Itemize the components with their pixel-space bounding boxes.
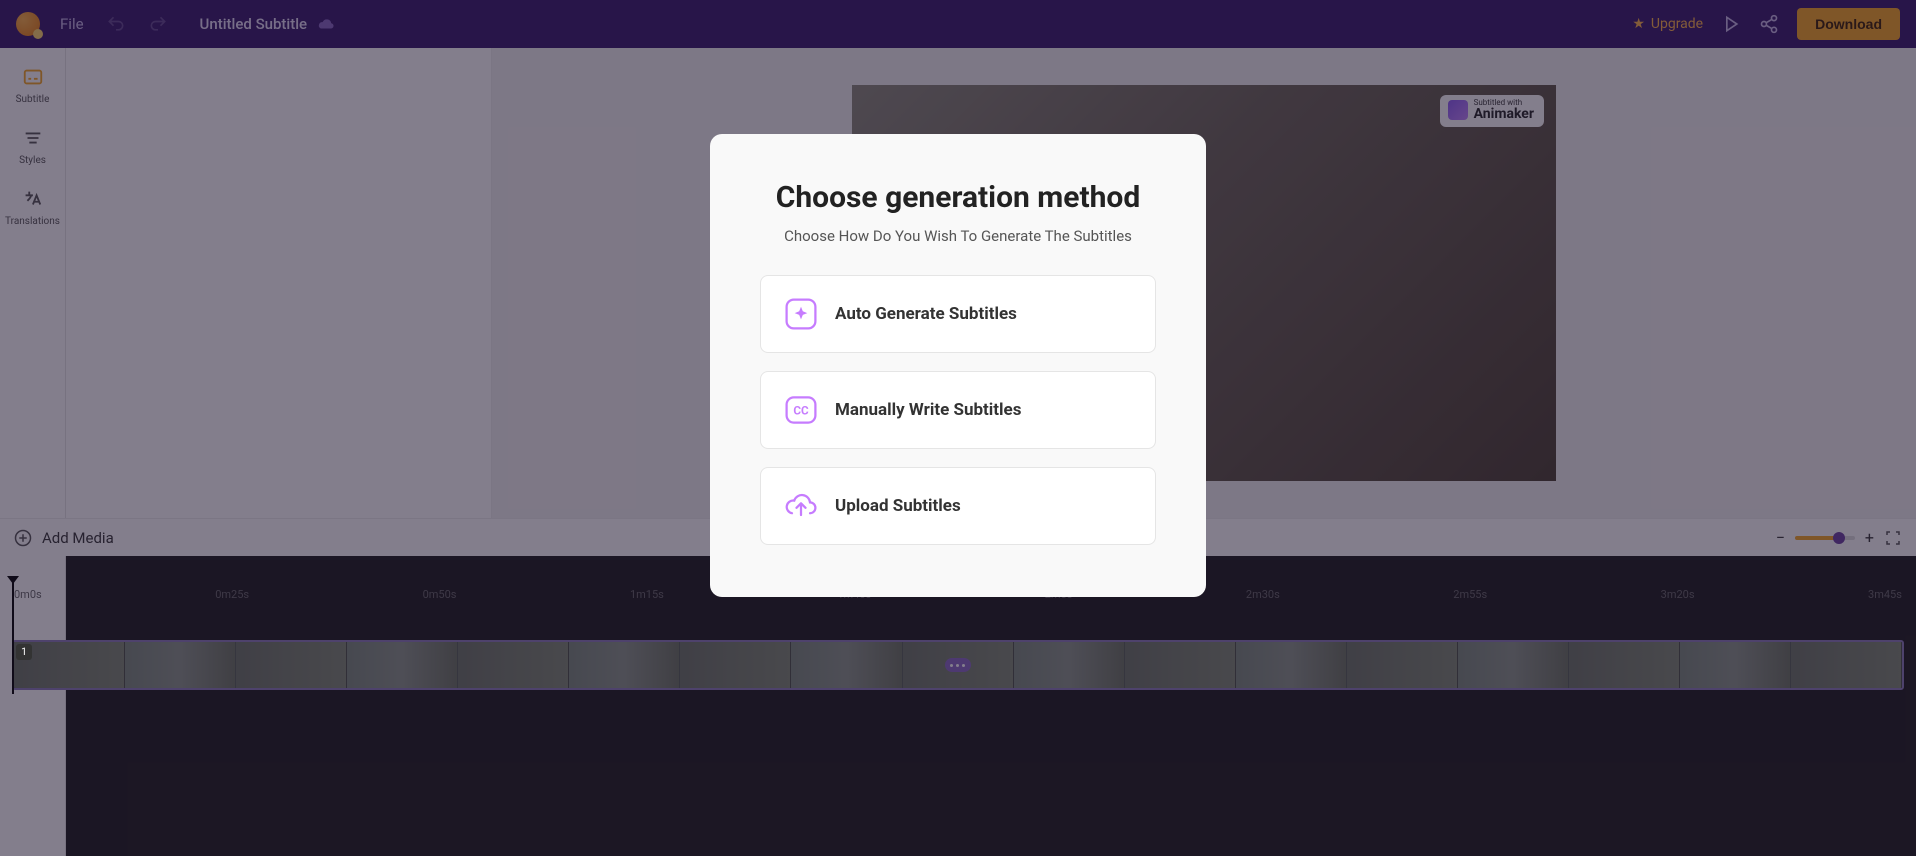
sparkle-icon: [783, 296, 819, 332]
modal-title: Choose generation method: [760, 180, 1156, 215]
option-manual-write[interactable]: CC Manually Write Subtitles: [760, 371, 1156, 449]
generation-modal: Choose generation method Choose How Do Y…: [710, 134, 1206, 597]
option-label: Upload Subtitles: [835, 496, 961, 516]
cc-icon: CC: [783, 392, 819, 428]
track-index-badge: 1: [16, 644, 32, 660]
svg-text:CC: CC: [793, 404, 809, 418]
option-label: Manually Write Subtitles: [835, 400, 1021, 420]
cloud-upload-icon: [783, 488, 819, 524]
option-upload-subtitles[interactable]: Upload Subtitles: [760, 467, 1156, 545]
modal-overlay[interactable]: Choose generation method Choose How Do Y…: [0, 0, 1916, 856]
option-auto-generate[interactable]: Auto Generate Subtitles: [760, 275, 1156, 353]
modal-subtitle: Choose How Do You Wish To Generate The S…: [760, 227, 1156, 245]
option-label: Auto Generate Subtitles: [835, 304, 1017, 324]
